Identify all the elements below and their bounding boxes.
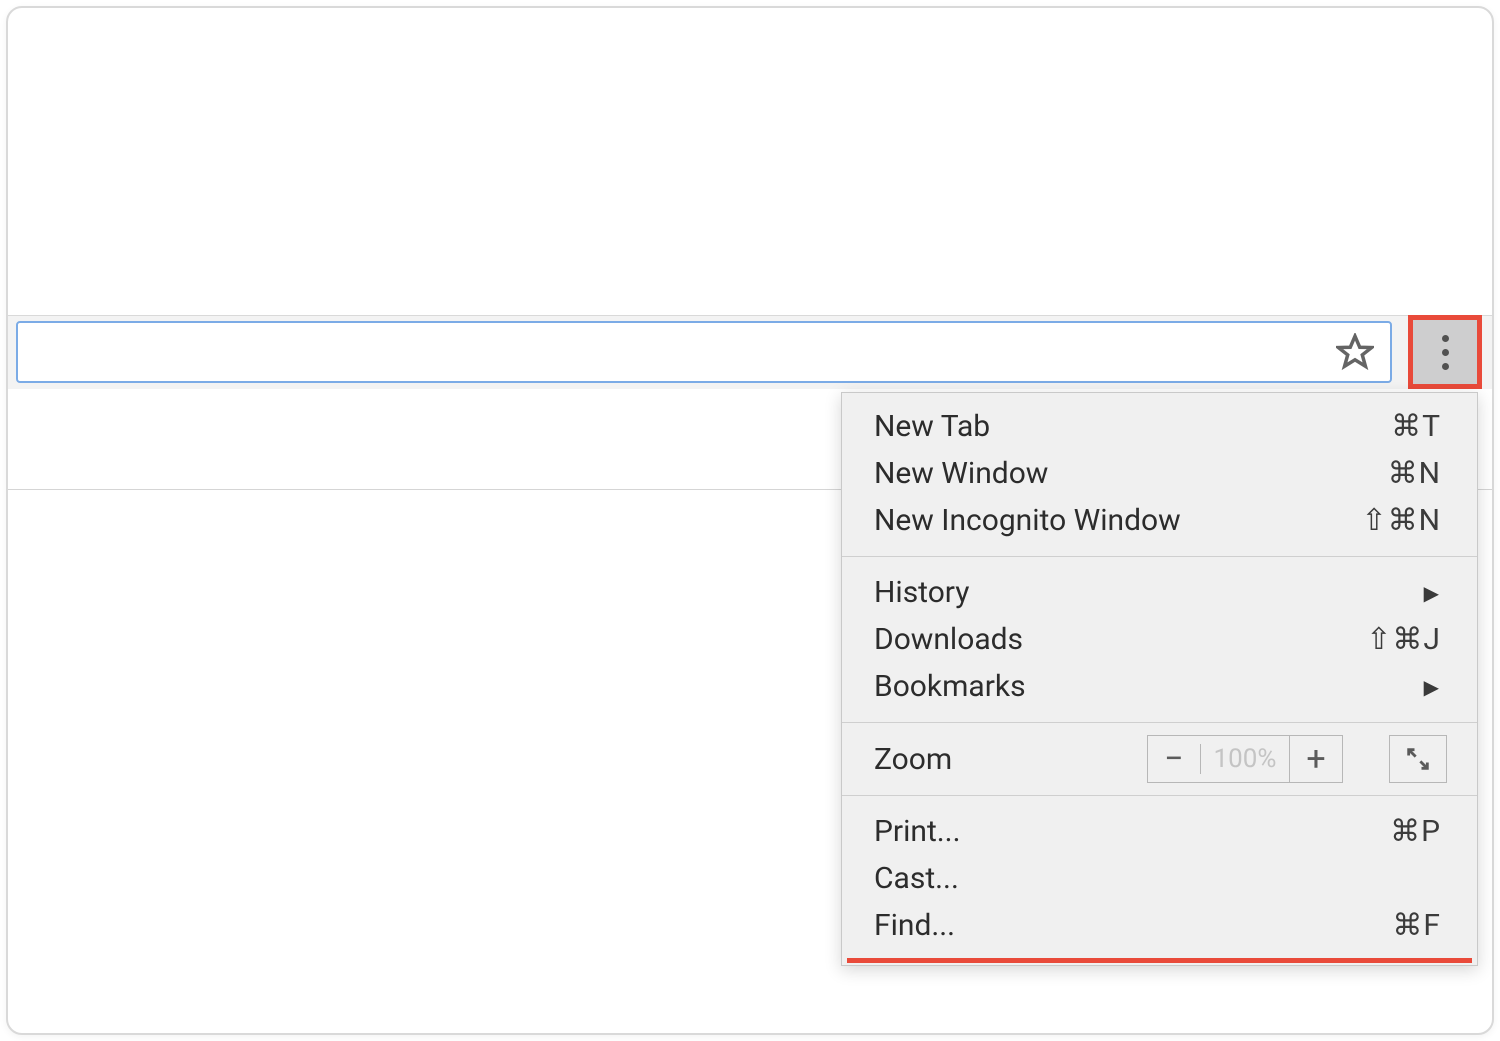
menu-item-shortcut: ⌘P <box>1390 814 1441 849</box>
menu-item-label: Find... <box>874 908 1392 943</box>
menu-item-bookmarks[interactable]: Bookmarks ▶ <box>842 663 1477 710</box>
menu-item-label: Downloads <box>874 622 1366 657</box>
star-icon <box>1336 333 1374 371</box>
menu-item-print[interactable]: Print... ⌘P <box>842 808 1477 855</box>
more-menu-button[interactable] <box>1408 315 1482 389</box>
submenu-arrow-icon: ▶ <box>1424 675 1441 699</box>
menu-separator <box>842 795 1477 796</box>
menu-item-label: New Window <box>874 456 1388 491</box>
address-bar[interactable] <box>16 321 1392 383</box>
menu-item-label: History <box>874 575 1424 610</box>
red-highlight-underline <box>847 958 1472 963</box>
chrome-main-menu: New Tab ⌘T New Window ⌘N New Incognito W… <box>841 392 1478 966</box>
menu-item-shortcut: ⇧⌘N <box>1361 503 1441 538</box>
menu-separator <box>842 556 1477 557</box>
menu-item-label: Bookmarks <box>874 669 1424 704</box>
menu-item-find[interactable]: Find... ⌘F <box>842 902 1477 949</box>
bookmark-star-button[interactable] <box>1334 331 1376 373</box>
menu-item-new-incognito-window[interactable]: New Incognito Window ⇧⌘N <box>842 497 1477 544</box>
zoom-control-group: − 100% + <box>1147 735 1343 783</box>
zoom-out-button[interactable]: − <box>1148 736 1200 782</box>
menu-item-shortcut: ⇧⌘J <box>1366 622 1441 657</box>
zoom-value: 100% <box>1200 744 1289 774</box>
zoom-in-button[interactable]: + <box>1289 736 1342 782</box>
menu-item-label: Print... <box>874 814 1390 849</box>
menu-item-shortcut: ⌘N <box>1388 456 1441 491</box>
menu-item-history[interactable]: History ▶ <box>842 569 1477 616</box>
submenu-arrow-icon: ▶ <box>1424 581 1441 605</box>
menu-item-label: Cast... <box>874 861 1441 896</box>
menu-item-cast[interactable]: Cast... <box>842 855 1477 902</box>
menu-item-label: New Incognito Window <box>874 503 1361 538</box>
menu-item-downloads[interactable]: Downloads ⇧⌘J <box>842 616 1477 663</box>
menu-item-new-tab[interactable]: New Tab ⌘T <box>842 403 1477 450</box>
menu-item-new-window[interactable]: New Window ⌘N <box>842 450 1477 497</box>
menu-item-shortcut: ⌘T <box>1391 409 1441 444</box>
menu-separator <box>842 722 1477 723</box>
fullscreen-button[interactable] <box>1389 735 1447 783</box>
menu-item-label: New Tab <box>874 409 1391 444</box>
menu-item-shortcut: ⌘F <box>1392 908 1441 943</box>
zoom-label: Zoom <box>874 742 1147 777</box>
menu-item-zoom: Zoom − 100% + <box>842 727 1477 791</box>
more-vertical-icon <box>1442 335 1449 370</box>
fullscreen-icon <box>1404 745 1432 773</box>
window-frame: New Tab ⌘T New Window ⌘N New Incognito W… <box>6 6 1494 1035</box>
